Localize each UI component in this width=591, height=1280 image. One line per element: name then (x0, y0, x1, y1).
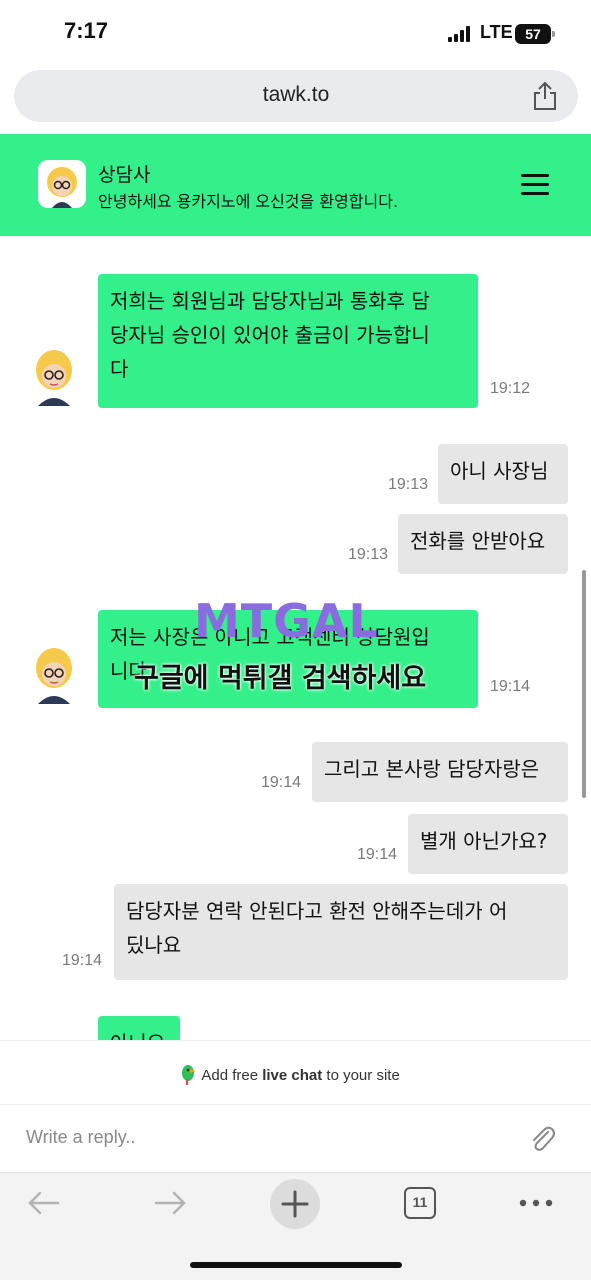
visitor-message: 별개 아닌가요? (408, 814, 568, 874)
message-time: 19:13 (388, 476, 429, 493)
visitor-message: 담당자분 연락 안된다고 환전 안해주는데가 어 딨나요 (114, 884, 568, 980)
message-line: 아니 사장님 (450, 459, 549, 483)
url-text[interactable]: tawk.to (14, 83, 578, 107)
message-time: 19:14 (357, 846, 398, 863)
menu-icon[interactable] (521, 174, 549, 196)
more-icon[interactable] (518, 1193, 554, 1213)
status-bar: 7:17 LTE 57 (0, 0, 591, 66)
status-time: 7:17 (64, 18, 109, 43)
parrot-icon (178, 1063, 198, 1085)
watermark-logo: MTGAL (194, 594, 379, 648)
reply-area (0, 1104, 591, 1172)
message-time: 19:14 (261, 774, 302, 791)
new-tab-plus-icon (281, 1190, 309, 1218)
watermark-text: 구글에 먹튀갤 검색하세요 (134, 663, 427, 694)
battery-level: 57 (525, 26, 541, 42)
tabs-icon[interactable]: 11 (404, 1187, 436, 1219)
visitor-message: 그리고 본사랑 담당자랑은 (312, 742, 568, 802)
message-time: 19:12 (490, 380, 531, 397)
agent-avatar (38, 160, 86, 208)
branding-text-post: to your site (322, 1067, 400, 1084)
message-time: 19:14 (62, 952, 103, 969)
forward-arrow-icon[interactable] (152, 1185, 188, 1221)
message-line: 딨나요 (126, 933, 182, 957)
agent-message: 아니요 (98, 1016, 180, 1040)
share-icon[interactable] (532, 81, 558, 111)
chat-header: 상담사 안녕하세요 용카지노에 오신것을 환영합니다. (0, 134, 591, 236)
agent-message-avatar (36, 350, 72, 406)
agent-avatar-image (38, 160, 86, 208)
back-arrow-icon[interactable] (26, 1185, 62, 1221)
agent-message-avatar (36, 648, 72, 704)
visitor-message: 전화를 안받아요 (398, 514, 568, 574)
paperclip-icon[interactable] (528, 1123, 556, 1155)
message-time: 19:14 (490, 678, 531, 695)
branding-text-bold: live chat (262, 1067, 323, 1084)
branding-text-pre: Add free (201, 1067, 263, 1084)
network-label: LTE (480, 22, 513, 42)
branding-footer[interactable]: Add free live chat to your site (0, 1040, 591, 1104)
agent-subtitle: 안녕하세요 용카지노에 오신것을 환영합니다. (98, 192, 399, 211)
battery-icon: 57 (515, 24, 555, 44)
message-line: 그리고 본사랑 담당자랑은 (324, 757, 540, 781)
reply-input[interactable] (26, 1127, 506, 1148)
message-line: 담당자분 연락 안된다고 환전 안해주는데가 어 (126, 899, 508, 923)
signal-icon (448, 26, 472, 42)
watermark-logo-text: MTGAL (194, 594, 379, 648)
visitor-message: 아니 사장님 (438, 444, 568, 504)
message-line: 아니요 (110, 1026, 168, 1040)
message-line: 별개 아닌가요? (420, 829, 548, 853)
agent-message: 저희는 회원님과 담당자님과 통화후 담 당자님 승인이 있어야 출금이 가능합… (98, 274, 478, 408)
message-line: 당자님 승인이 있어야 출금이 가능합니 (110, 323, 430, 347)
branding-link[interactable]: Add free live chat to your site (178, 1063, 400, 1085)
message-line: 다 (110, 357, 129, 381)
tab-count: 11 (412, 1194, 428, 1210)
scrollbar[interactable] (582, 570, 586, 798)
address-bar[interactable]: tawk.to (14, 70, 578, 122)
agent-name: 상담사 (98, 164, 151, 186)
message-line: 저희는 회원님과 담당자님과 통화후 담 (110, 289, 430, 313)
message-time: 19:13 (348, 546, 389, 563)
home-indicator (190, 1262, 402, 1268)
message-line: 전화를 안받아요 (410, 529, 546, 553)
new-tab-button[interactable] (270, 1179, 320, 1229)
